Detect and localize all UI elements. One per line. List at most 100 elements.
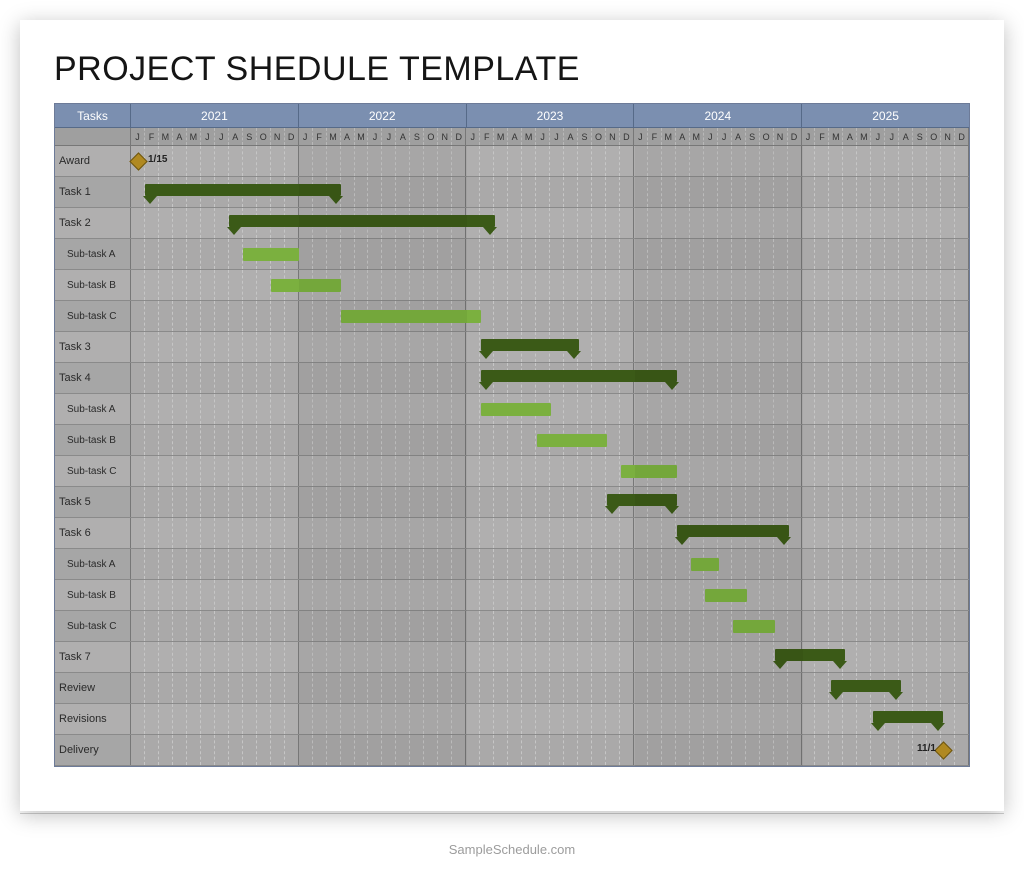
table-row: Task 1 bbox=[55, 177, 969, 208]
month-header: A bbox=[396, 128, 410, 145]
month-header: F bbox=[145, 128, 159, 145]
month-header: J bbox=[368, 128, 382, 145]
row-grid bbox=[131, 208, 969, 238]
row-grid bbox=[131, 642, 969, 672]
year-header: 2023 bbox=[467, 104, 635, 127]
month-header: N bbox=[774, 128, 788, 145]
month-header: J bbox=[634, 128, 648, 145]
month-header: S bbox=[410, 128, 424, 145]
month-header: M bbox=[690, 128, 704, 145]
row-label: Award bbox=[55, 146, 131, 176]
table-row: Review bbox=[55, 673, 969, 704]
row-label: Sub-task B bbox=[55, 270, 131, 300]
row-grid: 11/1 bbox=[131, 735, 969, 765]
month-header: J bbox=[131, 128, 145, 145]
month-header: J bbox=[382, 128, 396, 145]
table-row: Task 6 bbox=[55, 518, 969, 549]
table-row: Delivery11/1 bbox=[55, 735, 969, 766]
row-grid bbox=[131, 239, 969, 269]
table-row: Task 4 bbox=[55, 363, 969, 394]
footer-watermark: SampleSchedule.com bbox=[449, 842, 575, 857]
table-row: Revisions bbox=[55, 704, 969, 735]
task-bar bbox=[733, 620, 775, 633]
row-grid: 1/15 bbox=[131, 146, 969, 176]
summary-bar bbox=[831, 680, 901, 692]
year-headers: 20212022202320242025 bbox=[131, 104, 969, 127]
month-header: J bbox=[299, 128, 313, 145]
document-sheet: PROJECT SHEDULE TEMPLATE Tasks 202120222… bbox=[20, 20, 1004, 811]
month-header: J bbox=[704, 128, 718, 145]
table-row: Sub-task B bbox=[55, 425, 969, 456]
row-grid bbox=[131, 673, 969, 703]
month-header: O bbox=[424, 128, 438, 145]
month-header: A bbox=[173, 128, 187, 145]
month-header: M bbox=[327, 128, 341, 145]
table-row: Task 3 bbox=[55, 332, 969, 363]
row-label: Task 4 bbox=[55, 363, 131, 393]
task-bar bbox=[537, 434, 607, 447]
summary-bar bbox=[677, 525, 789, 537]
row-grid bbox=[131, 394, 969, 424]
month-header: J bbox=[718, 128, 732, 145]
task-bar bbox=[691, 558, 719, 571]
month-header: F bbox=[480, 128, 494, 145]
milestone-label: 1/15 bbox=[148, 154, 167, 165]
row-label: Sub-task A bbox=[55, 394, 131, 424]
row-label: Task 6 bbox=[55, 518, 131, 548]
month-header: D bbox=[788, 128, 802, 145]
row-label: Sub-task A bbox=[55, 239, 131, 269]
summary-bar bbox=[775, 649, 845, 661]
task-bar bbox=[621, 465, 677, 478]
month-header: N bbox=[606, 128, 620, 145]
month-header: J bbox=[871, 128, 885, 145]
month-header: A bbox=[843, 128, 857, 145]
table-row: Sub-task C bbox=[55, 611, 969, 642]
row-label: Sub-task A bbox=[55, 549, 131, 579]
row-label: Revisions bbox=[55, 704, 131, 734]
summary-bar bbox=[481, 370, 677, 382]
row-label: Review bbox=[55, 673, 131, 703]
table-row: Sub-task A bbox=[55, 394, 969, 425]
row-label: Delivery bbox=[55, 735, 131, 765]
gantt-chart: Tasks 20212022202320242025 JFMAMJJASONDJ… bbox=[54, 103, 970, 767]
month-header: M bbox=[522, 128, 536, 145]
row-grid bbox=[131, 518, 969, 548]
row-grid bbox=[131, 425, 969, 455]
row-grid bbox=[131, 270, 969, 300]
month-header: F bbox=[648, 128, 662, 145]
row-grid bbox=[131, 580, 969, 610]
summary-bar bbox=[229, 215, 495, 227]
month-header: F bbox=[313, 128, 327, 145]
month-header: A bbox=[341, 128, 355, 145]
table-row: Sub-task A bbox=[55, 239, 969, 270]
row-label: Sub-task C bbox=[55, 301, 131, 331]
row-label: Sub-task B bbox=[55, 580, 131, 610]
row-grid bbox=[131, 549, 969, 579]
month-header: S bbox=[243, 128, 257, 145]
month-header: M bbox=[494, 128, 508, 145]
month-header: O bbox=[760, 128, 774, 145]
table-row: Award 1/15 bbox=[55, 146, 969, 177]
month-header: M bbox=[187, 128, 201, 145]
month-header: D bbox=[452, 128, 466, 145]
table-row: Sub-task B bbox=[55, 580, 969, 611]
tasks-column-header-spacer bbox=[55, 128, 131, 145]
table-row: Sub-task B bbox=[55, 270, 969, 301]
row-grid bbox=[131, 487, 969, 517]
table-row: Task 7 bbox=[55, 642, 969, 673]
year-header: 2025 bbox=[802, 104, 969, 127]
month-header: N bbox=[438, 128, 452, 145]
month-header: A bbox=[564, 128, 578, 145]
row-label: Task 5 bbox=[55, 487, 131, 517]
month-header: S bbox=[746, 128, 760, 145]
gantt-header-years: Tasks 20212022202320242025 bbox=[55, 104, 969, 128]
month-header: N bbox=[271, 128, 285, 145]
month-headers: JFMAMJJASONDJFMAMJJASONDJFMAMJJASONDJFMA… bbox=[131, 128, 969, 145]
summary-bar bbox=[145, 184, 341, 196]
month-header: A bbox=[676, 128, 690, 145]
month-header: J bbox=[802, 128, 816, 145]
task-bar bbox=[705, 589, 747, 602]
tasks-column-header: Tasks bbox=[55, 104, 131, 127]
month-header: M bbox=[355, 128, 369, 145]
row-label: Task 7 bbox=[55, 642, 131, 672]
